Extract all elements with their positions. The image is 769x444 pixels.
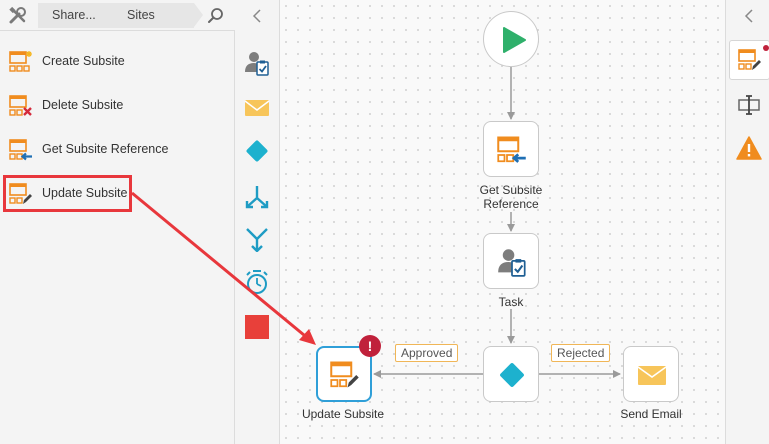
start-node[interactable] (483, 11, 539, 67)
action-properties-tab[interactable] (729, 40, 769, 80)
update-subsite-icon (330, 361, 359, 388)
node-label: Update Subsite (301, 407, 385, 421)
node-label: Get Subsite Reference (451, 183, 571, 211)
node-get-subsite-reference[interactable] (483, 121, 539, 177)
decision-icon (500, 363, 524, 387)
error-indicator (763, 45, 769, 51)
configuration-icon[interactable] (736, 92, 762, 118)
node-label: Task (498, 295, 524, 309)
play-icon (503, 27, 526, 53)
right-panel (725, 0, 769, 444)
get-subsite-reference-icon (497, 136, 526, 163)
chevron-left-icon[interactable] (743, 9, 755, 23)
node-task[interactable] (483, 233, 539, 289)
action-properties-icon (738, 49, 761, 70)
user-task-icon (498, 249, 526, 277)
node-label-line: Reference (483, 197, 539, 211)
node-decision[interactable] (483, 346, 539, 402)
branch-label-rejected[interactable]: Rejected (551, 344, 611, 362)
warning-icon[interactable] (736, 135, 762, 161)
branch-label-approved[interactable]: Approved (395, 344, 459, 362)
node-label-line: Get Subsite (479, 183, 543, 197)
node-label: Send Email (620, 407, 682, 421)
error-badge[interactable]: ! (359, 335, 381, 357)
email-icon (637, 366, 667, 385)
node-send-email[interactable] (623, 346, 679, 402)
